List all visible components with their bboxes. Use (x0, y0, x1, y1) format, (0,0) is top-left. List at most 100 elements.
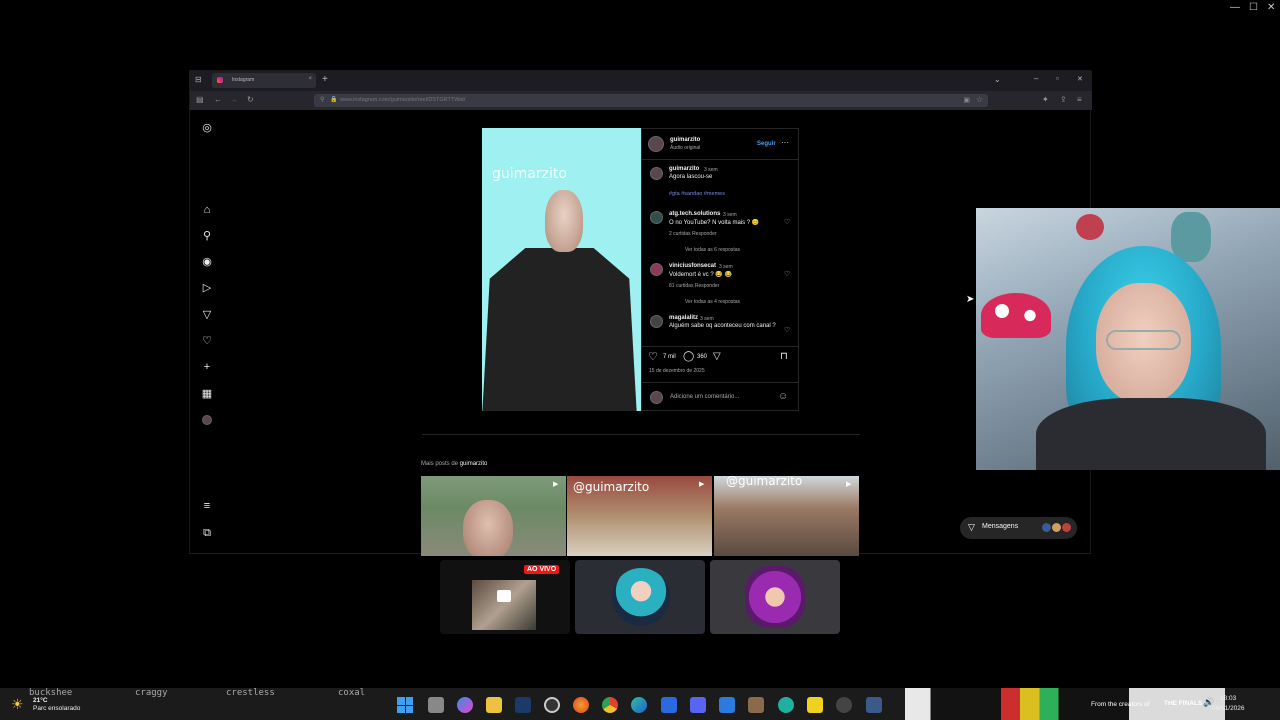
add-comment-input[interactable]: Adicione um comentário... (670, 394, 739, 400)
new-tab-button[interactable]: + (322, 74, 328, 85)
share-icon[interactable]: ⇪ (1060, 95, 1067, 104)
weather-temp[interactable]: 21°C (33, 697, 48, 704)
os-minimize-button[interactable]: — (1230, 2, 1240, 13)
reader-icon[interactable]: ▣ (963, 96, 970, 104)
messages-button[interactable]: ▽ Mensagens (960, 517, 1077, 539)
comment-text: O no YouTube? N volta mais ? 😊 (669, 220, 760, 226)
create-icon[interactable]: + (200, 360, 214, 374)
caption-avatar[interactable] (650, 167, 663, 180)
comment-meta[interactable]: 81 curtidas Responder (669, 283, 719, 289)
grid-post[interactable]: ▶ (421, 476, 566, 556)
weather-desc[interactable]: Parc ensolarado (33, 705, 80, 712)
app-icon[interactable] (778, 697, 794, 713)
search-icon[interactable]: ⚲ (200, 229, 214, 243)
firefox-icon[interactable] (573, 697, 589, 713)
stream-thumbnail-live[interactable]: AO VIVO (440, 560, 570, 634)
more-posts-user[interactable]: guimarzito (460, 461, 488, 467)
app-icon[interactable] (748, 697, 764, 713)
bookmark-star-icon[interactable]: ☆ (976, 95, 983, 104)
clock-time[interactable]: 18:03 (1220, 695, 1236, 702)
comment-username[interactable]: atg.tech.solutions (669, 211, 720, 217)
start-icon[interactable] (397, 697, 413, 713)
video-watermark: guimarzito (492, 166, 567, 182)
comment-icon[interactable]: ◯ (683, 351, 694, 362)
post-video[interactable]: guimarzito (482, 128, 641, 411)
sticky-notes-icon[interactable] (807, 697, 823, 713)
comment-avatar[interactable] (650, 315, 663, 328)
copilot-icon[interactable] (457, 697, 473, 713)
post-options-icon[interactable]: ··· (781, 138, 789, 147)
save-icon[interactable]: ⊓ (780, 351, 788, 362)
app-icon[interactable] (836, 697, 852, 713)
weather-icon[interactable]: ☀ (11, 696, 24, 713)
comment-text: Voldemort é vc ? 😂 😂 (669, 272, 732, 278)
site-info-icon[interactable]: ⚲ (320, 96, 324, 103)
obs-icon[interactable] (544, 697, 560, 713)
app-icon[interactable] (719, 697, 735, 713)
stream-thumbnail[interactable] (710, 560, 840, 634)
sidebar-toggle-icon[interactable]: ▤ (196, 95, 204, 104)
like-count[interactable]: 7 mil (663, 354, 676, 360)
comment-avatar[interactable] (650, 211, 663, 224)
notifications-icon[interactable]: ♡ (200, 334, 214, 348)
view-replies-link[interactable]: Ver todas as 6 respostas (685, 247, 740, 253)
tab-list-icon[interactable]: ⌄ (994, 75, 1001, 84)
comment-like-icon[interactable]: ♡ (784, 218, 790, 226)
menu-icon[interactable]: ≡ (1077, 95, 1082, 104)
author-username[interactable]: guimarzito (670, 137, 700, 143)
taskview-icon[interactable] (428, 697, 444, 713)
url-text: www.instagram.com/guimarzito/reel/DSTGRT… (340, 97, 466, 103)
chrome-icon[interactable] (602, 697, 618, 713)
reload-icon[interactable]: ↻ (247, 95, 254, 104)
caption-hashtags[interactable]: #gta #sandao #memes (669, 191, 725, 197)
grid-post[interactable]: @guimarzito ▶ (567, 476, 712, 556)
overlay-label: crestless (226, 688, 275, 698)
edge-icon[interactable] (631, 697, 647, 713)
tab-close-icon[interactable]: × (308, 76, 312, 82)
explore-icon[interactable]: ◉ (200, 255, 214, 269)
window-maximize-button[interactable]: ▫ (1056, 74, 1059, 83)
meta-apps-icon[interactable]: ⧉ (200, 526, 214, 540)
extensions-icon[interactable]: ✦ (1042, 95, 1049, 104)
workspaces-icon[interactable]: ⊟ (195, 75, 202, 84)
profile-avatar[interactable] (202, 415, 212, 425)
clock-date[interactable]: 06/01/2026 (1212, 705, 1245, 712)
author-avatar[interactable] (648, 136, 664, 152)
steam-icon[interactable] (515, 697, 531, 713)
messages-icon[interactable]: ▽ (200, 308, 214, 322)
comment-like-icon[interactable]: ♡ (784, 326, 790, 334)
audio-label[interactable]: Áudio original (670, 145, 700, 151)
comment-meta[interactable]: 2 curtidas Responder (669, 231, 717, 237)
stream-thumbnail[interactable] (575, 560, 705, 634)
settings-icon[interactable] (866, 697, 882, 713)
file-explorer-icon[interactable] (486, 697, 502, 713)
like-icon[interactable]: ♡ (648, 350, 658, 363)
emoji-icon[interactable]: ☺ (778, 391, 788, 402)
store-icon[interactable] (661, 697, 677, 713)
stream-preview (472, 580, 536, 630)
instagram-logo-icon[interactable]: ◎ (200, 121, 214, 135)
comment-avatar[interactable] (650, 263, 663, 276)
forward-icon[interactable]: → (230, 95, 238, 104)
comment-username[interactable]: magalalitz (669, 315, 698, 321)
tab-instagram[interactable]: Instagram × (212, 73, 316, 88)
follow-button[interactable]: Seguir (757, 141, 776, 147)
more-menu-icon[interactable]: ≡ (200, 499, 214, 513)
comment-time: 3 sem (719, 264, 733, 270)
os-maximize-button[interactable]: ☐ (1249, 2, 1258, 13)
reels-icon[interactable]: ▷ (200, 281, 214, 295)
home-icon[interactable]: ⌂ (200, 203, 214, 217)
os-close-button[interactable]: ✕ (1267, 2, 1275, 13)
view-replies-link[interactable]: Ver todas as 4 respostas (685, 299, 740, 305)
comment-like-icon[interactable]: ♡ (784, 270, 790, 278)
grid-post[interactable]: @guimarzito ▶ (714, 476, 859, 556)
window-close-button[interactable]: ✕ (1077, 75, 1083, 83)
url-input[interactable]: ⚲ 🔒 www.instagram.com/guimarzito/reel/DS… (314, 94, 988, 107)
comment-username[interactable]: viniciusfonsecat (669, 263, 716, 269)
back-icon[interactable]: ← (214, 95, 222, 104)
dashboard-icon[interactable]: ▦ (200, 387, 214, 401)
caption-username[interactable]: guimarzito (669, 166, 699, 172)
share-icon[interactable]: ▽ (713, 351, 721, 362)
window-minimize-button[interactable]: – (1034, 74, 1038, 83)
discord-icon[interactable] (690, 697, 706, 713)
